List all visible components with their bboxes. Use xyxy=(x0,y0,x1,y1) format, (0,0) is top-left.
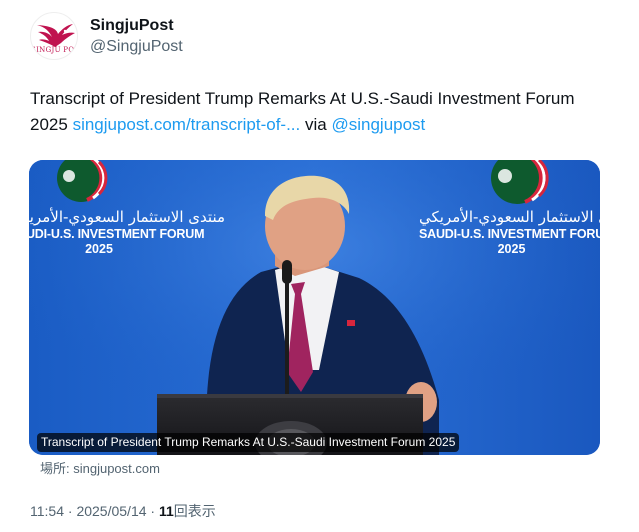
banner-arabic-text: منتدى الاستثمار السعودي-الأمريكي xyxy=(29,208,225,226)
card-source[interactable]: 場所: singjupost.com xyxy=(40,460,160,478)
display-name[interactable]: SingjuPost xyxy=(90,15,183,36)
meta-separator: · xyxy=(150,503,156,519)
mention-link[interactable]: @singjupost xyxy=(331,115,425,134)
tweet-date[interactable]: 2025/05/14 xyxy=(76,503,146,519)
tweet-text: Transcript of President Trump Remarks At… xyxy=(30,86,590,138)
tweet-meta: 11:54 · 2025/05/14 · 11回表示 xyxy=(30,501,216,521)
forum-banner-right: منتدى الاستثمار السعودي-الأمريكي SAUDI-U… xyxy=(419,208,600,257)
views-label: 回表示 xyxy=(173,503,216,519)
banner-english-text: SAUDI-U.S. INVESTMENT FORUM xyxy=(419,227,600,241)
card-image xyxy=(29,160,600,455)
tweet-header: SINGJU POST SingjuPost @SingjuPost xyxy=(30,8,183,64)
banner-year: 2025 xyxy=(497,242,526,256)
author-names: SingjuPost @SingjuPost xyxy=(90,15,183,57)
user-handle[interactable]: @SingjuPost xyxy=(90,36,183,57)
avatar-logo-text: SINGJU POST xyxy=(31,46,77,54)
link-card[interactable]: منتدى الاستثمار السعودي-الأمريكي SAUDI-U… xyxy=(29,160,600,455)
views-count[interactable]: 11 xyxy=(159,503,174,519)
via-text: via xyxy=(305,115,327,134)
tweet-time[interactable]: 11:54 xyxy=(30,503,64,519)
tweet-link[interactable]: singjupost.com/transcript-of-... xyxy=(73,115,301,134)
avatar[interactable]: SINGJU POST xyxy=(30,12,78,60)
card-caption: Transcript of President Trump Remarks At… xyxy=(37,433,460,452)
banner-arabic-text: منتدى الاستثمار السعودي-الأمريكي xyxy=(419,208,600,226)
meta-separator: · xyxy=(67,503,73,519)
banner-english-text: SAUDI-U.S. INVESTMENT FORUM xyxy=(29,227,205,241)
forum-banner-left: منتدى الاستثمار السعودي-الأمريكي SAUDI-U… xyxy=(29,208,225,257)
banner-year: 2025 xyxy=(85,242,113,256)
